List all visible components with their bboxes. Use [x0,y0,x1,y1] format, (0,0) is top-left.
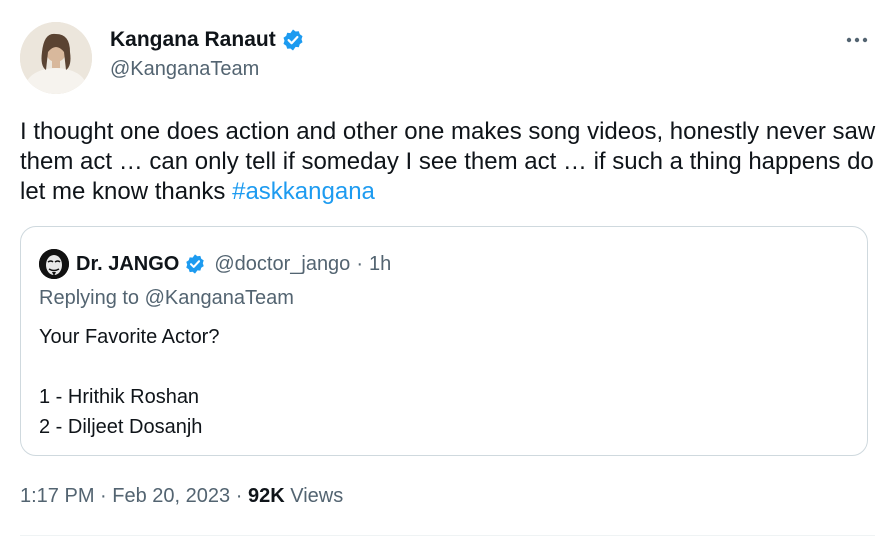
tweet-date[interactable]: Feb 20, 2023 [112,485,230,507]
meta-separator: · [100,485,107,507]
quoted-time[interactable]: 1h [369,253,391,276]
tweet-card: Kangana Ranaut @KanganaTeam I thought on… [0,0,895,543]
author-name-text[interactable]: Kangana Ranaut [110,28,276,52]
author-handle[interactable]: @KanganaTeam [110,58,259,81]
quoted-separator: · [356,252,363,275]
quoted-line: Your Favorite Actor? [39,326,220,348]
replying-to-label[interactable]: Replying to @KanganaTeam [39,287,294,310]
quoted-author-handle[interactable]: @doctor_jango [214,253,350,276]
verified-badge-icon [281,28,305,52]
more-dots-icon [846,37,868,43]
views-label: Views [290,485,344,507]
meta-separator: · [235,485,243,507]
quoted-author-name[interactable]: Dr. JANGO [76,253,179,276]
tweet-time[interactable]: 1:17 PM [20,485,94,507]
quoted-author-avatar[interactable] [39,249,69,279]
quoted-line [39,352,839,382]
author-avatar[interactable] [20,22,92,94]
quoted-line: 2 - Diljeet Dosanjh [39,416,203,438]
hashtag-link[interactable]: #askkangana [232,178,375,205]
tweet-meta: 1:17 PM · Feb 20, 2023 · 92K Views [20,485,343,508]
quoted-tweet[interactable]: Dr. JANGO @doctor_jango · 1h Replying to… [20,226,868,456]
tweet-body-text: I thought one does action and other one … [20,118,876,205]
divider [20,535,875,536]
quoted-body: Your Favorite Actor? 1 - Hrithik Roshan … [39,322,839,442]
tweet-text: I thought one does action and other one … [20,117,880,207]
quoted-verified-badge-icon [184,253,206,275]
views-count: 92K [247,485,285,507]
more-options-button[interactable] [845,30,869,50]
quoted-header: Dr. JANGO @doctor_jango · 1h [76,249,391,279]
author-name[interactable]: Kangana Ranaut [110,28,305,52]
quoted-line: 1 - Hrithik Roshan [39,386,200,408]
